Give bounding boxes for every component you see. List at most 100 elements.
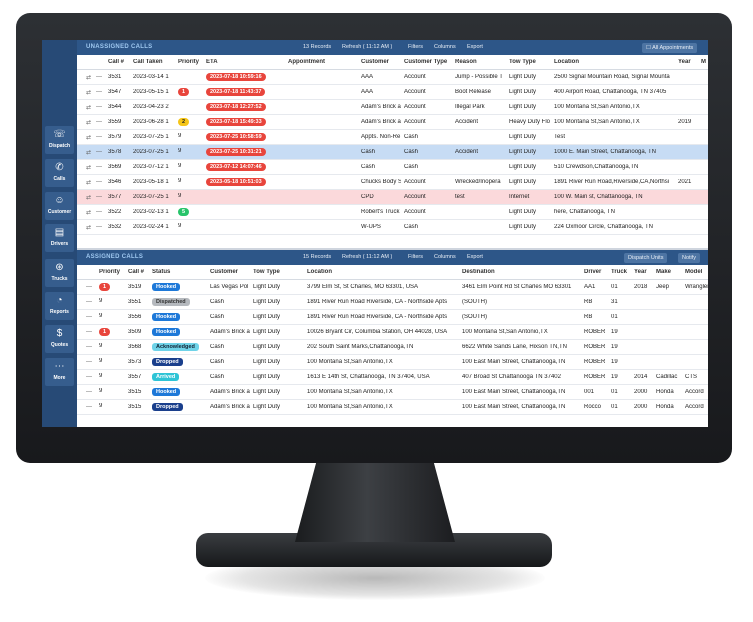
row-menu-icon[interactable]: — — [86, 404, 92, 410]
assigned-filters-link[interactable]: Filters — [408, 254, 423, 260]
drag-handle-icon[interactable]: ⇄ — [86, 89, 91, 96]
ctype-cell: Cash — [404, 149, 419, 155]
unassigned-columns-link[interactable]: Columns — [434, 44, 456, 50]
column-header[interactable]: Model — [685, 269, 708, 275]
row-menu-icon[interactable]: — — [86, 374, 92, 380]
column-header[interactable]: Status — [152, 269, 210, 275]
drag-handle-icon[interactable]: ⇄ — [86, 194, 91, 201]
tow-cell: Heavy Duty Flo — [509, 119, 551, 125]
table-row[interactable]: — 1 3509 Hooked Adam's Brick a Light Duty 1002… — [77, 325, 708, 340]
row-menu-icon[interactable]: — — [86, 299, 92, 305]
row-menu-icon[interactable]: — — [96, 89, 102, 95]
table-row[interactable]: — 9 3551 Dispatched Cash Light Duty 1891 River… — [77, 295, 708, 310]
column-header[interactable]: Location — [307, 269, 460, 275]
drag-handle-icon[interactable]: ⇄ — [86, 74, 91, 81]
column-header[interactable]: Reason — [455, 59, 508, 65]
column-header[interactable]: Call Taken — [133, 59, 177, 65]
notify-button[interactable]: Notify — [678, 253, 701, 263]
assigned-refresh-link[interactable]: Refresh ( 11:12 AM ) — [342, 254, 392, 260]
table-row[interactable]: ⇄ — 3544 2023-04-23 2 2023-07-18 12:27:52 Ada… — [77, 100, 708, 115]
column-header[interactable]: Destination — [462, 269, 582, 275]
column-header[interactable]: Appointment — [288, 59, 360, 65]
sidebar-item-drivers[interactable]: ▤ Drivers — [45, 224, 74, 252]
sidebar-item-calls[interactable]: ✆ Calls — [45, 159, 74, 187]
row-menu-icon[interactable]: — — [96, 134, 102, 140]
row-menu-icon[interactable]: — — [96, 104, 102, 110]
drag-handle-icon[interactable]: ⇄ — [86, 104, 91, 111]
unassigned-refresh-link[interactable]: Refresh ( 11:12 AM ) — [342, 44, 392, 50]
row-menu-icon[interactable]: — — [86, 284, 92, 290]
column-header[interactable]: Customer Type — [404, 59, 451, 65]
table-row[interactable]: ⇄ — 3579 2023-07-25 1 9 2023-07-25 10:58:59 Ap… — [77, 130, 708, 145]
row-menu-icon[interactable]: — — [86, 389, 92, 395]
row-menu-icon[interactable]: — — [96, 164, 102, 170]
drag-handle-icon[interactable]: ⇄ — [86, 119, 91, 126]
dispatch-units-button[interactable]: Dispatch Units — [624, 253, 668, 263]
sidebar-item-dispatch[interactable]: ☏ Dispatch — [45, 126, 74, 154]
all-appointments-toggle[interactable]: ☐ All Appointments — [642, 43, 698, 53]
column-header[interactable]: M — [701, 59, 708, 65]
column-header[interactable]: Year — [634, 269, 654, 275]
sidebar-item-reports[interactable]: ◔ Reports — [45, 292, 74, 320]
sidebar-item-quotes[interactable]: $ Quotes — [45, 325, 74, 353]
row-menu-icon[interactable]: — — [86, 359, 92, 365]
row-menu-icon[interactable]: — — [96, 224, 102, 230]
column-header[interactable]: Priority — [178, 59, 204, 65]
column-header[interactable]: ETA — [206, 59, 286, 65]
model-cell: CTS — [685, 374, 697, 380]
table-row[interactable]: ⇄ — 3559 2023-06-28 1 2 2023-07-18 15:49:33 Ad… — [77, 115, 708, 130]
column-header[interactable]: Customer — [210, 269, 252, 275]
unassigned-filters-link[interactable]: Filters — [408, 44, 423, 50]
assigned-columns-link[interactable]: Columns — [434, 254, 456, 260]
table-row[interactable]: ⇄ — 3578 2023-07-25 1 9 2023-07-25 10:31:21 Ca… — [77, 145, 708, 160]
column-header[interactable]: Truck — [611, 269, 633, 275]
table-row[interactable]: ⇄ — 3577 2023-07-25 1 9 CPD Account test Interne… — [77, 190, 708, 205]
row-menu-icon[interactable]: — — [96, 179, 102, 185]
table-row[interactable]: — 9 3556 Hooked Cash Light Duty 1891 River Run… — [77, 310, 708, 325]
table-row[interactable]: ⇄ — 3532 2023-02-24 1 9 W-UPS Cash Light Duty 22… — [77, 220, 708, 235]
unassigned-export-link[interactable]: Export — [467, 44, 483, 50]
sidebar-item-more[interactable]: ⋯ More — [45, 358, 74, 386]
table-row[interactable]: — 1 3519 Hooked Las Vegas Pol Light Duty 3799 … — [77, 280, 708, 295]
row-menu-icon[interactable]: — — [86, 344, 92, 350]
table-row[interactable]: ⇄ — 3531 2023-03-14 1 2023-07-18 10:59:16 AAA… — [77, 70, 708, 85]
column-header[interactable]: Call # — [128, 269, 152, 275]
table-row[interactable]: ⇄ — 3569 2023-07-12 1 9 2023-07-12 14:07:46 Ca… — [77, 160, 708, 175]
table-row[interactable]: — 9 3557 Arrived Cash Light Duty 1613 E 14th S… — [77, 370, 708, 385]
drag-handle-icon[interactable]: ⇄ — [86, 134, 91, 141]
column-header[interactable]: Driver — [584, 269, 609, 275]
table-row[interactable]: ⇄ — 3547 2023-05-15 1 1 2023-07-18 11:43:37 AA… — [77, 85, 708, 100]
column-header[interactable]: Tow Type — [509, 59, 553, 65]
table-row[interactable]: — 9 3515 Dropped Adam's Brick a Light Duty 100… — [77, 400, 708, 415]
row-menu-icon[interactable]: — — [96, 119, 102, 125]
sidebar-item-trucks[interactable]: ⊛ Trucks — [45, 259, 74, 287]
drag-handle-icon[interactable]: ⇄ — [86, 179, 91, 186]
column-header[interactable]: Call # — [108, 59, 128, 65]
column-header[interactable]: Customer — [361, 59, 401, 65]
column-header[interactable]: Year — [678, 59, 698, 65]
table-row[interactable]: ⇄ — 3546 2023-05-18 1 9 2023-05-18 10:51:03 Ch… — [77, 175, 708, 190]
drag-handle-icon[interactable]: ⇄ — [86, 149, 91, 156]
column-header[interactable]: Tow Type — [253, 269, 306, 275]
checkbox-icon[interactable]: ☐ — [646, 45, 651, 51]
drag-handle-icon[interactable]: ⇄ — [86, 164, 91, 171]
column-header[interactable]: Location — [554, 59, 677, 65]
table-row[interactable]: ⇄ — 3522 2023-02-13 1 5 Robert's Truck Account… — [77, 205, 708, 220]
row-menu-icon[interactable]: — — [86, 314, 92, 320]
row-menu-icon[interactable]: — — [96, 149, 102, 155]
row-menu-icon[interactable]: — — [96, 209, 102, 215]
row-menu-icon[interactable]: — — [96, 74, 102, 80]
drag-handle-icon[interactable]: ⇄ — [86, 209, 91, 216]
column-header[interactable]: Priority — [99, 269, 125, 275]
row-menu-icon[interactable]: — — [86, 329, 92, 335]
row-menu-icon[interactable]: — — [96, 194, 102, 200]
table-row[interactable]: — 9 3568 Acknowledged Cash Light Duty 202 Sout… — [77, 340, 708, 355]
call-cell: 3577 — [108, 194, 122, 200]
table-row[interactable]: — 9 3573 Dropped Cash Light Duty 100 Montana S… — [77, 355, 708, 370]
location-cell: 1613 E 14th St, Chattanooga, TN 37404, U… — [307, 374, 430, 380]
sidebar-item-customer[interactable]: ☺ Customer — [45, 192, 74, 220]
drag-handle-icon[interactable]: ⇄ — [86, 224, 91, 231]
column-header[interactable]: Make — [656, 269, 684, 275]
assigned-export-link[interactable]: Export — [467, 254, 483, 260]
table-row[interactable]: — 9 3515 Hooked Adam's Brick a Light Duty 100 … — [77, 385, 708, 400]
